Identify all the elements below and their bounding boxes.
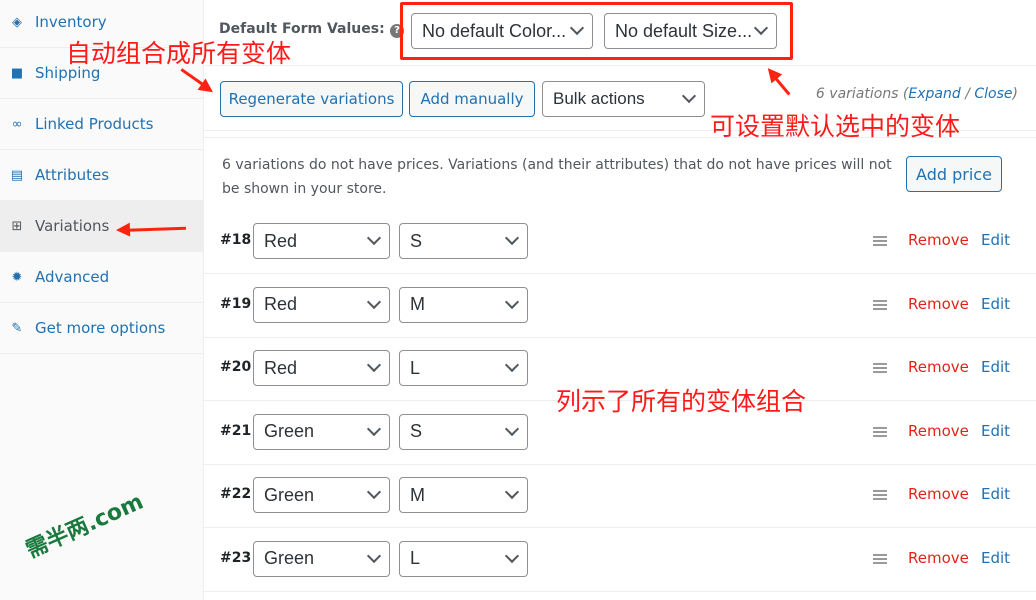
edit-variation-link[interactable]: Edit [981, 358, 1010, 376]
chevron-down-icon [366, 294, 382, 309]
divider [204, 65, 1036, 66]
expand-link[interactable]: Expand [908, 86, 960, 102]
bulk-actions-select[interactable]: Bulk actions [542, 81, 705, 117]
variation-size-select[interactable]: S [399, 413, 528, 450]
variation-color-select[interactable]: Green [253, 413, 390, 450]
chevron-down-icon [366, 230, 382, 246]
drag-handle-icon[interactable] [873, 490, 887, 500]
variation-row: #18 Red S Remove Edit [204, 210, 1036, 274]
count-text: 6 variations [815, 86, 899, 102]
remove-variation-link[interactable]: Remove [908, 422, 969, 440]
missing-prices-notice: 6 variations do not have prices. Variati… [222, 157, 892, 197]
grid-icon: ⊞ [11, 218, 23, 234]
select-value: Green [264, 484, 315, 505]
chevron-down-icon [366, 357, 382, 373]
list-icon: ▤ [10, 167, 24, 183]
chevron-down-icon [366, 421, 382, 436]
variation-id: #22 [220, 486, 252, 502]
chevron-down-icon [504, 548, 520, 563]
variation-id: #23 [220, 549, 252, 566]
select-value: S [410, 421, 423, 441]
add-manually-button[interactable]: Add manually [409, 81, 535, 117]
sidebar-item-label: Variations [35, 217, 110, 235]
variation-id: #21 [220, 422, 252, 439]
variation-size-select[interactable]: S [399, 223, 528, 259]
variation-row: #19 Red M Remove Edit [204, 274, 1036, 338]
variation-id: #18 [220, 232, 252, 248]
link-icon: ∞ [11, 116, 23, 132]
variation-size-select[interactable]: M [399, 286, 528, 323]
annotation-text: 自动组合成所有变体 [66, 39, 292, 68]
sidebar-item-label: Attributes [35, 166, 110, 184]
sidebar-item-get-more-options[interactable]: ✎ Get more options [0, 303, 203, 354]
annotation-text: 可设置默认选中的变体 [710, 112, 961, 141]
sidebar-item-label: Get more options [35, 319, 166, 337]
chevron-down-icon [504, 484, 520, 500]
variations-count: 6 variations (Expand / Close) [815, 86, 1018, 102]
variation-color-select[interactable]: Green [253, 540, 390, 577]
sidebar-item-advanced[interactable]: ✹ Advanced [0, 252, 203, 303]
select-value: Red [264, 294, 298, 314]
variation-row: #23 Green L Remove Edit [204, 528, 1036, 592]
add-price-button[interactable]: Add price [906, 156, 1002, 192]
gear-icon: ✹ [11, 269, 23, 285]
select-value: L [410, 357, 421, 378]
chevron-down-icon [681, 88, 697, 104]
edit-variation-link[interactable]: Edit [981, 231, 1010, 249]
select-value: L [410, 548, 421, 568]
variation-size-select[interactable]: L [399, 350, 528, 386]
select-value: Bulk actions [553, 89, 645, 108]
drag-handle-icon[interactable] [873, 236, 887, 246]
tag-icon: ◈ [12, 14, 22, 30]
drag-handle-icon[interactable] [873, 299, 887, 310]
close-link[interactable]: Close [974, 86, 1012, 102]
variations-panel: Default Form Values: ? No default Color.… [204, 0, 1036, 600]
edit-variation-link[interactable]: Edit [981, 549, 1010, 567]
select-value: M [410, 484, 425, 505]
sidebar-item-label: Advanced [35, 268, 110, 286]
select-value: Green [264, 548, 315, 568]
variation-color-select[interactable]: Red [253, 223, 390, 259]
sidebar-item-attributes[interactable]: ▤ Attributes [0, 150, 203, 201]
remove-variation-link[interactable]: Remove [908, 231, 969, 249]
variation-id: #19 [220, 295, 252, 312]
remove-variation-link[interactable]: Remove [908, 485, 969, 503]
edit-variation-link[interactable]: Edit [981, 295, 1010, 313]
remove-variation-link[interactable]: Remove [908, 358, 969, 376]
chevron-down-icon [504, 421, 520, 436]
variation-color-select[interactable]: Green [253, 477, 390, 513]
sidebar-item-linked-products[interactable]: ∞ Linked Products [0, 99, 203, 150]
annotation-highlight-box [400, 2, 793, 60]
select-value: Red [264, 357, 298, 378]
drag-handle-icon[interactable] [873, 363, 887, 373]
variation-id: #20 [220, 359, 252, 375]
chevron-down-icon [504, 230, 520, 246]
chevron-down-icon [504, 294, 520, 309]
annotation-text: 列示了所有的变体组合 [556, 387, 807, 416]
regenerate-variations-button[interactable]: Regenerate variations [220, 81, 403, 117]
sidebar-item-label: Linked Products [35, 115, 154, 133]
variation-size-select[interactable]: M [399, 477, 528, 513]
plugin-icon: ✎ [11, 320, 23, 336]
remove-variation-link[interactable]: Remove [908, 295, 969, 313]
chevron-down-icon [366, 548, 382, 563]
variation-color-select[interactable]: Red [253, 350, 390, 386]
chevron-down-icon [504, 357, 520, 373]
select-value: S [410, 230, 423, 251]
edit-variation-link[interactable]: Edit [981, 485, 1010, 503]
drag-handle-icon[interactable] [873, 553, 887, 564]
select-value: Green [264, 421, 315, 441]
edit-variation-link[interactable]: Edit [981, 422, 1010, 440]
truck-icon: ■ [10, 65, 24, 81]
sidebar-item-label: Inventory [35, 13, 107, 31]
chevron-down-icon [366, 484, 382, 500]
variation-color-select[interactable]: Red [253, 286, 390, 323]
variation-row: #22 Green M Remove Edit [204, 464, 1036, 528]
remove-variation-link[interactable]: Remove [908, 549, 969, 567]
select-value: Red [264, 230, 298, 251]
variation-size-select[interactable]: L [399, 540, 528, 577]
select-value: M [410, 294, 425, 314]
drag-handle-icon[interactable] [873, 426, 887, 437]
